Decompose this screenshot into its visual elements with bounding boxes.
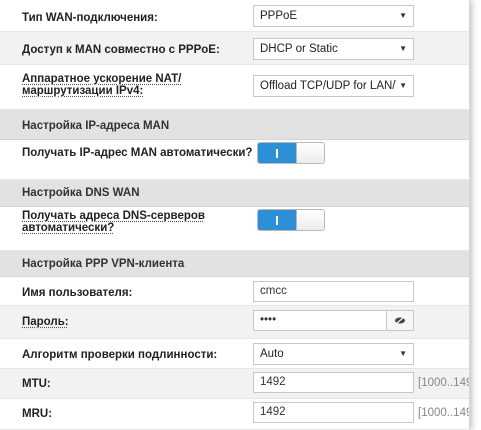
dns-section-title: Настройка DNS WAN xyxy=(22,187,140,199)
caret-down-icon: ▼ xyxy=(399,44,407,53)
toggle-on-indicator-icon xyxy=(276,149,278,158)
username-label: Имя пользователя: xyxy=(22,287,133,299)
nat-accel-label-line2: маршрутизации IPv4: xyxy=(22,85,144,97)
caret-down-icon: ▼ xyxy=(399,349,407,358)
dns-auto-label-line1: Получать адреса DNS-серверов xyxy=(22,210,205,222)
username-input[interactable]: cmcc xyxy=(253,281,414,302)
mru-label: MRU: xyxy=(22,408,53,420)
section-man-ip: Настройка IP-адреса MAN xyxy=(0,110,469,140)
wan-type-value: PPPoE xyxy=(260,10,298,22)
nat-accel-select[interactable]: Offload TCP/UDP for LAN/W ▼ xyxy=(253,75,414,97)
row-mtu: MTU: 1492 [1000..1492] xyxy=(0,369,469,399)
caret-down-icon: ▼ xyxy=(399,11,407,20)
section-dns-wan: Настройка DNS WAN xyxy=(0,180,469,207)
man-ip-auto-toggle[interactable] xyxy=(257,142,325,164)
ppp-section-title: Настройка PPP VPN-клиента xyxy=(22,258,185,270)
row-nat-accel: Аппаратное ускорение NAT/ маршрутизации … xyxy=(0,65,469,110)
row-password: Пароль: •••• xyxy=(0,306,469,339)
auth-algo-select[interactable]: Auto ▼ xyxy=(253,343,414,365)
man-ip-auto-label: Получать IP-адрес MAN автоматически? xyxy=(22,147,253,159)
wan-type-label: Тип WAN-подключения: xyxy=(22,12,158,24)
dns-auto-toggle[interactable] xyxy=(257,209,325,231)
toggle-knob[interactable] xyxy=(296,210,324,230)
man-access-label: Доступ к MAN совместно с PPPoE: xyxy=(22,44,220,56)
toggle-on-indicator-icon xyxy=(276,216,278,225)
password-reveal-button[interactable] xyxy=(386,311,413,330)
wan-settings-panel: Тип WAN-подключения: PPPoE ▼ Доступ к MA… xyxy=(0,0,470,430)
row-wan-type: Тип WAN-подключения: PPPoE ▼ xyxy=(0,0,469,32)
wan-type-select[interactable]: PPPoE ▼ xyxy=(253,5,414,27)
man-access-value: DHCP or Static xyxy=(260,43,338,55)
man-access-select[interactable]: DHCP or Static ▼ xyxy=(253,38,414,60)
eye-icon xyxy=(395,316,405,325)
password-value: •••• xyxy=(260,314,277,326)
toggle-knob[interactable] xyxy=(296,143,324,163)
man-ip-section-title: Настройка IP-адреса MAN xyxy=(22,120,170,132)
password-input[interactable]: •••• xyxy=(253,310,414,331)
auth-algo-value: Auto xyxy=(260,348,284,360)
row-dns-auto: Получать адреса DNS-серверов автоматичес… xyxy=(0,207,469,251)
mru-input[interactable]: 1492 xyxy=(253,402,414,423)
password-label: Пароль: xyxy=(22,316,69,328)
row-username: Имя пользователя: cmcc xyxy=(0,277,469,306)
mru-range-hint: [1000..1492] xyxy=(418,407,469,419)
row-auth-algo: Алгоритм проверки подлинности: Auto ▼ xyxy=(0,339,469,369)
mtu-label: MTU: xyxy=(22,378,51,390)
auth-algo-label: Алгоритм проверки подлинности: xyxy=(22,349,218,361)
mtu-input[interactable]: 1492 xyxy=(253,372,414,393)
caret-down-icon: ▼ xyxy=(399,81,407,90)
row-mru: MRU: 1492 [1000..1492] xyxy=(0,399,469,430)
section-ppp-vpn: Настройка PPP VPN-клиента xyxy=(0,251,469,277)
nat-accel-label-line1: Аппаратное ускорение NAT/ xyxy=(22,73,182,85)
row-man-ip-auto: Получать IP-адрес MAN автоматически? xyxy=(0,140,469,180)
row-man-access: Доступ к MAN совместно с PPPoE: DHCP or … xyxy=(0,32,469,65)
mtu-range-hint: [1000..1492] xyxy=(418,377,469,389)
dns-auto-label-line2: автоматически? xyxy=(22,222,115,234)
nat-accel-value: Offload TCP/UDP for LAN/W xyxy=(260,80,396,92)
